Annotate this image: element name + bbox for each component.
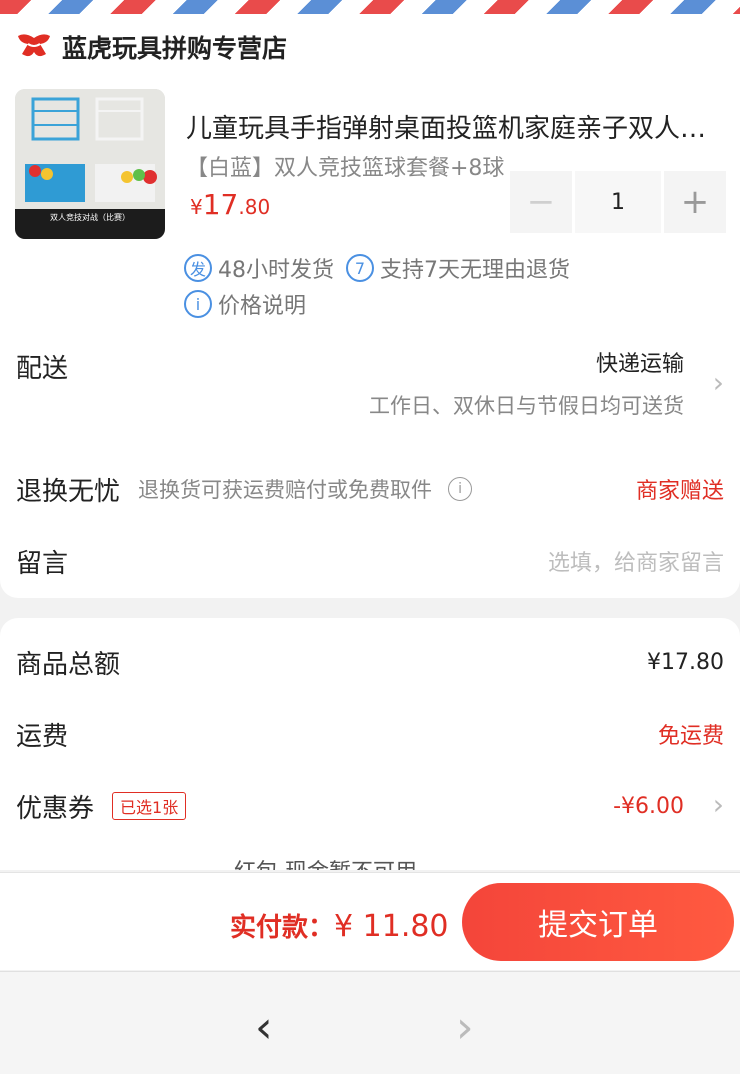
airmail-border — [0, 0, 740, 14]
price-integer: 17 — [202, 188, 239, 221]
quantity-value[interactable]: 1 — [575, 171, 661, 233]
return-status: 商家赠送 — [635, 479, 724, 504]
info-icon[interactable]: i — [448, 477, 473, 501]
return-label: 退换无忧 — [16, 476, 121, 507]
coupon-value: -¥6.00 — [613, 793, 684, 819]
chevron-right-icon: › — [712, 788, 724, 821]
ship-badge-icon: 发 — [184, 254, 212, 282]
quantity-stepper: − 1 + — [510, 171, 726, 233]
pay-amount: ¥ 11.80 — [334, 909, 449, 944]
product-image-caption: 双人竞技对战（比赛） — [50, 212, 130, 222]
return-guarantee-row: 退换无忧 退换货可获运费赔付或免费取件 i 商家赠送 — [0, 454, 740, 524]
goods-total-value: ¥17.80 — [647, 649, 724, 675]
product-item: 双人竞技对战（比赛） 儿童玩具手指弹射桌面投篮机家庭亲子双人竞技篮球 【白蓝】双… — [0, 80, 740, 336]
product-image[interactable]: 双人竞技对战（比赛） — [15, 89, 165, 239]
increase-quantity-button[interactable]: + — [664, 171, 726, 233]
order-card: 蓝虎玩具拼购专营店 双人竞技对战（比赛） 儿童玩具手指弹射桌面投篮机家庭亲子双人… — [0, 14, 740, 598]
delivery-method: 快递运输 — [595, 352, 684, 377]
shipping-value: 免运费 — [657, 724, 724, 749]
goods-total-label: 商品总额 — [16, 649, 121, 680]
checkout-bar: 实付款：¥ 11.80 提交订单 — [0, 872, 740, 970]
forward-arrow-icon[interactable]: › — [456, 1002, 474, 1053]
product-title[interactable]: 儿童玩具手指弹射桌面投篮机家庭亲子双人竞技篮球 — [186, 108, 726, 145]
message-label: 留言 — [16, 548, 69, 579]
coupon-label: 优惠券 — [16, 793, 95, 824]
return-tag-text: 支持7天无理由退货 — [380, 258, 570, 283]
summary-card: 商品总额 ¥17.80 运费 免运费 优惠券 已选1张 -¥6.00 › 红包 … — [0, 618, 740, 870]
shipping-label: 运费 — [16, 721, 69, 752]
return-desc: 退换货可获运费赔付或免费取件 — [138, 478, 433, 502]
shop-header[interactable]: 蓝虎玩具拼购专营店 — [0, 14, 740, 80]
coupon-badge: 已选1张 — [112, 792, 187, 820]
ship-tag-text: 48小时发货 — [218, 258, 334, 283]
message-row: 留言 选填，给商家留言 — [0, 524, 740, 598]
submit-order-button[interactable]: 提交订单 — [462, 883, 734, 961]
shop-name: 蓝虎玩具拼购专营店 — [62, 34, 288, 63]
price-explanation-text: 价格说明 — [218, 294, 307, 319]
delivery-label: 配送 — [16, 354, 69, 384]
product-image-graphic: 双人竞技对战（比赛） — [15, 89, 165, 239]
info-icon: i — [184, 290, 212, 318]
delivery-row[interactable]: 配送 快递运输 工作日、双休日与节假日均可送货 › — [0, 336, 740, 454]
delivery-note: 工作日、双休日与节假日均可送货 — [369, 394, 684, 418]
service-tags: 发 48小时发货 7 支持7天无理由退货 i 价格说明 — [184, 250, 570, 322]
price-symbol: ¥ — [190, 195, 203, 219]
message-input[interactable]: 选填，给商家留言 — [548, 545, 724, 577]
price-explanation-link[interactable]: i 价格说明 — [184, 286, 570, 322]
shipping-row: 运费 免运费 — [0, 698, 740, 770]
price-decimal: .80 — [238, 195, 271, 219]
coupon-row[interactable]: 优惠券 已选1张 -¥6.00 › — [0, 770, 740, 842]
pinduoduo-logo-icon — [18, 34, 50, 57]
browser-nav-bar: ‹ › — [0, 971, 740, 1074]
pay-label: 实付款： — [230, 913, 335, 943]
product-price: ¥17.80 — [190, 188, 270, 221]
seven-day-return-icon: 7 — [346, 254, 374, 282]
product-spec[interactable]: 【白蓝】双人竞技篮球套餐+8球 — [186, 150, 504, 182]
chevron-right-icon: › — [712, 366, 724, 399]
red-packet-row[interactable]: 红包 现金暂不可用 — [234, 854, 417, 870]
pay-total: 实付款：¥ 11.80 — [230, 907, 449, 944]
back-arrow-icon[interactable]: ‹ — [255, 1002, 273, 1053]
decrease-quantity-button[interactable]: − — [510, 171, 572, 233]
goods-total-row: 商品总额 ¥17.80 — [0, 626, 740, 698]
